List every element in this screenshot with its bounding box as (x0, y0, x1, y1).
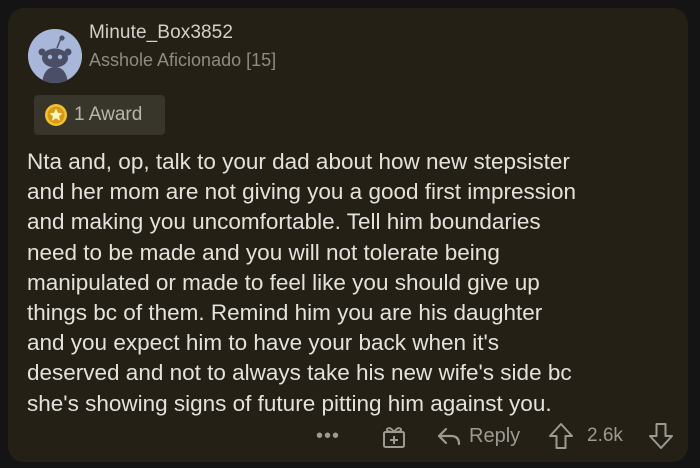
reply-button[interactable]: Reply (436, 422, 536, 452)
comment-card: Minute_Box3852 Asshole Aficionado [15] 1… (8, 8, 688, 462)
downvote-arrow-icon[interactable] (648, 422, 674, 450)
award-badge-icon (45, 104, 67, 126)
user-flair: Asshole Aficionado [15] (89, 50, 277, 70)
upvote-arrow-icon[interactable] (548, 422, 574, 450)
comment-body: Nta and, op, talk to your dad about how … (27, 149, 577, 416)
reply-label: Reply (469, 425, 521, 447)
snoo-avatar-icon (28, 29, 82, 83)
award-badge[interactable]: 1 Award (34, 95, 165, 135)
award-label: 1 Award (74, 104, 143, 125)
username[interactable]: Minute_Box3852 (89, 22, 233, 44)
more-options-button[interactable]: ••• (314, 426, 342, 446)
reply-arrow-icon (437, 427, 461, 446)
give-award-icon[interactable] (381, 424, 407, 450)
comment-actions: ••• Reply 2.6k (8, 418, 688, 458)
vote-score: 2.6k (587, 425, 623, 446)
user-avatar[interactable] (28, 29, 82, 83)
